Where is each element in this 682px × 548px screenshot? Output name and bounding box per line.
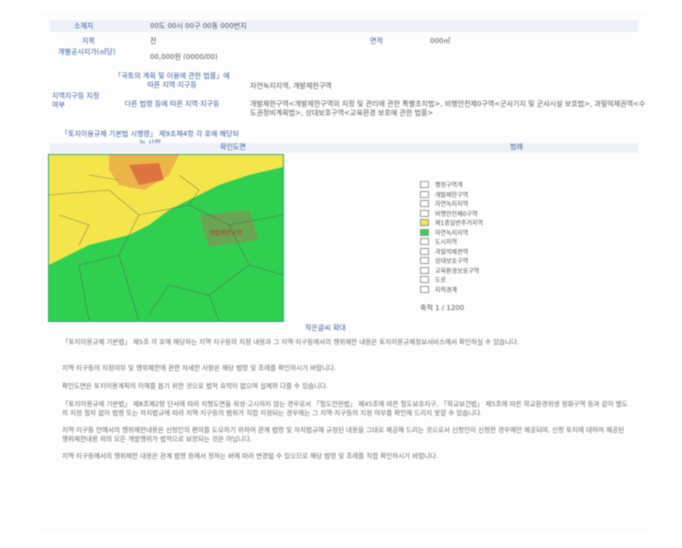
map-caption: 작은글씨 확대 — [305, 324, 346, 332]
legend-item: 도시지역 — [420, 237, 620, 247]
legend-swatch — [420, 200, 429, 208]
legend-label: 비행안전제0구역 — [435, 210, 478, 218]
legend-item: 자연녹지지역 — [420, 199, 620, 209]
legend-swatch — [420, 257, 429, 265]
legend-swatch — [420, 190, 429, 198]
map-drawing: 개발제한구역 — [49, 155, 283, 321]
legend-label: 개발제한구역 — [435, 191, 469, 199]
legend-item: 과밀억제권역 — [420, 247, 620, 257]
legend-label: 지적경계 — [435, 286, 458, 294]
legend-label: 자연녹지지역 — [435, 229, 469, 237]
address-value: 00도 00시 00구 00동 000번지 — [150, 22, 247, 30]
zoning-value-2: 개발제한구역<개발제한구역의 지정 및 관리에 관한 특별조치법>, 비행안전제… — [250, 100, 646, 117]
legend-swatch — [420, 219, 429, 227]
zoning-sub-label-2: 다른 법령 등에 따른 지역·지구등 — [124, 100, 220, 108]
legend-item: 제1종일반주거지역 — [420, 218, 620, 228]
legend-item: 지적경계 — [420, 285, 620, 295]
land-use-map: 개발제한구역 — [48, 154, 284, 322]
map-header-right: 범례 — [510, 143, 523, 151]
note-paragraph: 지역·지구등의 지정여부 및 행위제한에 관한 자세한 사항은 해당 법령 및 … — [62, 364, 337, 372]
area-label: 면적 — [370, 37, 383, 45]
legend-item: 비행안전제0구역 — [420, 209, 620, 219]
legend-swatch — [420, 266, 429, 274]
legend-item: 교육환경보호구역 — [420, 266, 620, 276]
legend-label: 상대보호구역 — [435, 258, 469, 266]
price-label: 개별공시지가(㎡당) — [58, 48, 116, 56]
area-value: 000㎡ — [430, 37, 451, 45]
note-paragraph: 지역·지구등에서의 행위제한 내용은 관계 법령 등에서 정하는 바에 따라 변… — [62, 452, 439, 460]
legend-swatch — [420, 228, 429, 236]
map-header-left: 확인도면 — [220, 143, 246, 151]
note-paragraph: 「토지이용규제 기본법」 제5조 각 호에 해당하는 지역·지구등의 지정 내용… — [62, 338, 520, 346]
legend-swatch — [420, 285, 429, 293]
legend-item: 자연녹지지역 — [420, 228, 620, 238]
zoning-value-1: 자연녹지지역, 개발제한구역 — [250, 82, 332, 90]
legend-item: 상대보호구역 — [420, 256, 620, 266]
address-row: 소재지 00도 00시 00구 00동 000번지 — [50, 21, 638, 33]
legend-item: 도로 — [420, 275, 620, 285]
legend-swatch — [420, 238, 429, 246]
legend-label: 제1종일반주거지역 — [435, 220, 483, 228]
legend-label: 과밀억제권역 — [435, 248, 469, 256]
zoning-section: 지역지구등 지정여부 「국토의 계획 및 이용에 관한 법률」에 따른 지역·지… — [50, 72, 645, 147]
legend-swatch — [420, 247, 429, 255]
legend-item: 행정구역계 — [420, 180, 620, 190]
legend-item: 개발제한구역 — [420, 190, 620, 200]
legend-label: 행정구역계 — [435, 182, 463, 190]
legend-swatch — [420, 276, 429, 284]
map-header-band — [50, 143, 638, 153]
legend-label: 도로 — [435, 277, 447, 285]
legend-label: 자연녹지지역 — [435, 201, 469, 209]
map-zone-label: 개발제한구역 — [209, 229, 242, 237]
legend-swatch — [420, 209, 429, 217]
note-paragraph: 「토지이용규제 기본법」 제8조제2항 단서에 따라 지형도면을 작성·고시하지… — [62, 400, 628, 417]
document-page: 소재지 00도 00시 00구 00동 000번지 지목 전 면적 000㎡ 개… — [40, 12, 650, 532]
address-label: 소재지 — [74, 22, 94, 30]
legend-label: 도시지역 — [435, 239, 458, 247]
note-paragraph: 확인도면은 토지이용계획의 이해를 돕기 위한 것으로 법적 효력이 없으며 실… — [62, 382, 329, 390]
legend-swatch — [420, 181, 429, 189]
zoning-sub-label-1: 「국토의 계획 및 이용에 관한 법률」에 따른 지역·지구등 — [114, 72, 230, 89]
map-legend: 행정구역계 개발제한구역 자연녹지지역 비행안전제0구역 제1종일반주거지역 자… — [420, 180, 620, 313]
price-row: 개별공시지가(㎡당) 00,000원 (0000/00) — [50, 48, 638, 68]
note-paragraph: 지역·지구등 안에서의 행위제한내용은 신청인의 편의를 도모하기 위하여 관계… — [62, 426, 625, 443]
map-scale: 축척 1 / 1200 — [420, 304, 465, 312]
price-value: 00,000원 (0000/00) — [150, 53, 218, 61]
land-category-row: 지목 전 면적 000㎡ — [50, 36, 638, 48]
land-category-value: 전 — [150, 37, 157, 45]
zoning-section-label: 지역지구등 지정여부 — [52, 92, 100, 109]
land-category-label: 지목 — [82, 37, 95, 45]
legend-label: 교육환경보호구역 — [435, 267, 480, 275]
